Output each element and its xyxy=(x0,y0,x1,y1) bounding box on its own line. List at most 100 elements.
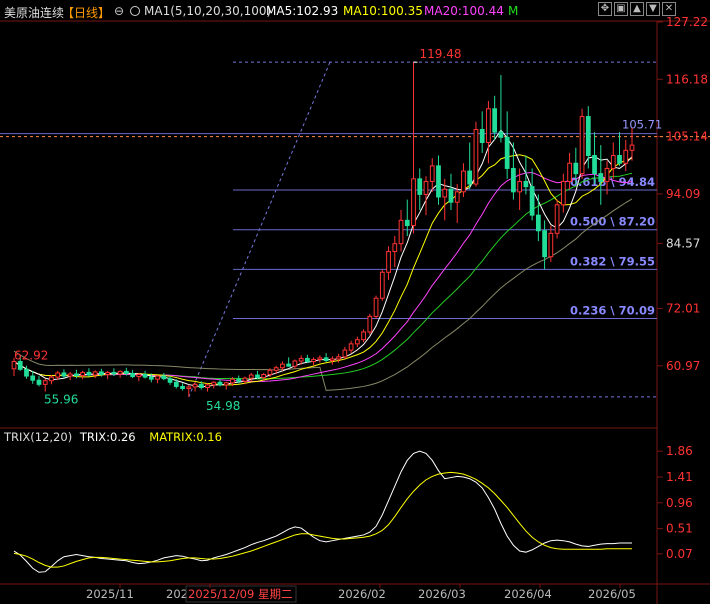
indicator-header: TRIX(12,20) TRIX:0.26 MATRIX:0.16 xyxy=(4,430,222,444)
candle-body xyxy=(205,384,210,388)
date-axis-label: 202 xyxy=(166,587,188,601)
matrix-value: MATRIX:0.16 xyxy=(149,430,222,444)
candle-body xyxy=(105,371,111,375)
candle-body xyxy=(585,116,591,156)
date-axis-label: 2026/02 xyxy=(338,587,386,601)
candle-body xyxy=(604,167,610,182)
restore-icon[interactable]: ▣ xyxy=(614,2,628,16)
candle-body xyxy=(323,357,329,361)
candle-body xyxy=(117,370,123,375)
trix-axis-label: 0.07 xyxy=(666,547,693,561)
candle-body xyxy=(136,373,142,378)
candle-body xyxy=(548,232,554,258)
price-axis-label: 72.01 xyxy=(666,302,700,316)
candle-body xyxy=(473,129,479,185)
candle-body xyxy=(448,188,454,203)
candle-body xyxy=(74,373,79,377)
candle-body xyxy=(479,129,485,144)
candle-body xyxy=(99,371,104,375)
trix-line xyxy=(13,450,632,573)
high-label: 119.48 xyxy=(420,47,462,61)
candle-body xyxy=(354,339,360,345)
price-axis-label: 84.57 xyxy=(666,236,700,250)
candle-body xyxy=(148,376,154,380)
gear-icon[interactable]: ⊖ xyxy=(114,4,124,18)
candle-body xyxy=(367,315,373,333)
candle-body xyxy=(461,170,466,193)
candle-body xyxy=(267,369,273,375)
expand-icon[interactable]: ✥ xyxy=(598,2,612,16)
candle-body xyxy=(486,108,491,144)
trix-axis-label: 1.41 xyxy=(666,470,693,484)
candle-body xyxy=(567,162,572,182)
candle-body xyxy=(329,358,335,361)
candle-body xyxy=(123,370,129,374)
candle-body xyxy=(42,380,48,385)
arrow-up-icon[interactable]: ▲ xyxy=(630,2,644,16)
candle-body xyxy=(511,167,516,193)
candle-body xyxy=(504,136,510,169)
candle-body xyxy=(467,170,473,185)
candle-body xyxy=(248,374,254,379)
candle-body xyxy=(261,373,267,379)
candle-body xyxy=(311,358,317,363)
candle-body xyxy=(24,368,29,377)
candle-body xyxy=(386,250,391,273)
candle-body xyxy=(554,204,560,234)
candle-body xyxy=(492,108,498,133)
candle-body xyxy=(298,357,304,362)
ma20-value: MA20:100.44 xyxy=(424,4,504,18)
symbol-name[interactable]: 美原油连续 xyxy=(4,4,64,21)
candle-body xyxy=(255,374,260,379)
prev-high-label: 62.92 xyxy=(14,349,48,363)
candle-body xyxy=(130,372,135,378)
candle-body xyxy=(49,376,54,382)
fib-level-label: 0.382 \ 79.55 xyxy=(570,254,655,268)
candle-body xyxy=(292,360,298,367)
candle-body xyxy=(92,371,98,376)
candle-body xyxy=(398,219,404,245)
candle-body xyxy=(273,367,279,371)
candle-body xyxy=(411,178,416,227)
candle-body xyxy=(617,154,622,164)
candle-body xyxy=(361,331,366,341)
candle-body xyxy=(67,373,73,377)
ma5-value: MA5:102.93 xyxy=(266,4,339,18)
candle-body xyxy=(217,381,223,386)
candle-body xyxy=(61,372,67,377)
candle-body xyxy=(86,371,92,376)
candle-body xyxy=(142,373,148,378)
candle-body xyxy=(55,372,61,378)
mode-badge[interactable]: M xyxy=(508,4,518,18)
ma5-line xyxy=(13,129,633,388)
candle-body xyxy=(286,363,292,367)
ma-label[interactable]: MA1(5,10,20,30,100) xyxy=(144,4,271,18)
arrow-down-icon[interactable]: ▼ xyxy=(646,2,660,16)
candle-body xyxy=(529,186,535,216)
price-axis-label: 94.09 xyxy=(666,187,700,201)
close-icon[interactable]: ✕ xyxy=(662,2,676,16)
candle-body xyxy=(579,116,585,175)
candle-body xyxy=(242,377,248,382)
candle-body xyxy=(592,154,597,175)
trix-title[interactable]: TRIX(12,20) xyxy=(4,430,72,444)
candle-body xyxy=(80,371,86,377)
candle-body xyxy=(305,357,310,363)
trix-axis-label: 0.96 xyxy=(666,496,693,510)
candle-body xyxy=(336,356,341,360)
candle-body xyxy=(517,180,523,193)
candle-body xyxy=(498,131,504,138)
indicator-dot-icon xyxy=(130,6,140,16)
candle-body xyxy=(198,383,204,388)
candle-body xyxy=(379,271,385,299)
resistance-label: 105.71 xyxy=(622,118,662,132)
price-axis-label: 60.97 xyxy=(666,359,700,373)
chart-canvas[interactable]: 127.22116.18105.1494.0984.5772.0160.970.… xyxy=(0,0,710,604)
candle-body xyxy=(560,180,566,206)
candle-body xyxy=(161,375,167,380)
date-axis-label: 2026/04 xyxy=(504,587,552,601)
period-label[interactable]: 【日线】 xyxy=(62,4,110,21)
candle-body xyxy=(610,154,616,169)
candle-body xyxy=(523,180,529,188)
trix-axis-label: 0.51 xyxy=(666,522,693,536)
